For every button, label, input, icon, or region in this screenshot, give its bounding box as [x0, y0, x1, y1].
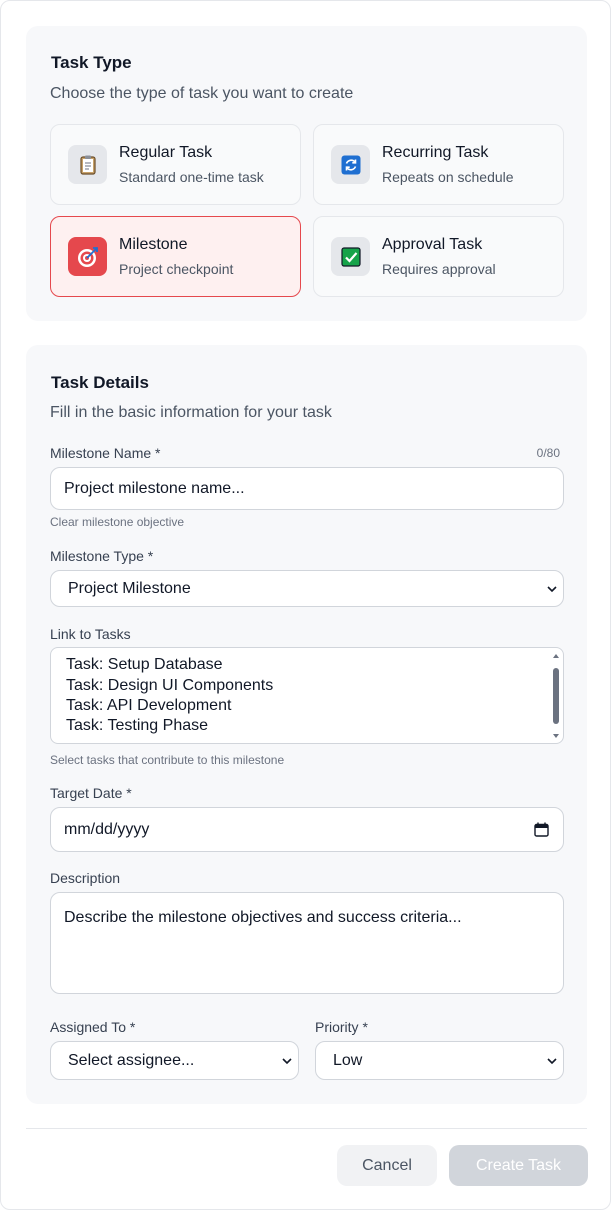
- list-option[interactable]: Task: API Development: [66, 696, 231, 716]
- section-subtitle: Choose the type of task you want to crea…: [50, 85, 354, 102]
- date-placeholder: mm/dd/yyyy: [64, 821, 150, 838]
- character-counter: 0/80: [536, 446, 560, 460]
- link-tasks-label: Link to Tasks: [50, 626, 131, 642]
- create-task-dialog: Task Type Choose the type of task you wa…: [0, 0, 611, 1210]
- repeat-icon: [331, 145, 370, 184]
- description-label: Description: [50, 870, 121, 886]
- assignee-select[interactable]: Select assignee...: [50, 1041, 299, 1080]
- option-title: Recurring Task: [382, 144, 489, 161]
- option-description: Repeats on schedule: [382, 169, 514, 185]
- list-option[interactable]: Task: Design UI Components: [66, 676, 273, 696]
- task-type-milestone[interactable]: Milestone Project checkpoint: [50, 216, 301, 297]
- section-subtitle: Fill in the basic information for your t…: [50, 404, 332, 421]
- task-details-section: Task Details Fill in the basic informati…: [26, 345, 587, 1104]
- milestone-type-label: Milestone Type *: [50, 548, 154, 564]
- milestone-name-hint: Clear milestone objective: [50, 515, 185, 529]
- option-description: Requires approval: [382, 261, 496, 277]
- clipboard-icon: [68, 145, 107, 184]
- link-tasks-listbox[interactable]: Task: Setup Database Task: Design UI Com…: [50, 647, 564, 744]
- task-type-recurring[interactable]: Recurring Task Repeats on schedule: [313, 124, 564, 205]
- option-description: Project checkpoint: [119, 261, 234, 277]
- description-textarea[interactable]: Describe the milestone objectives and su…: [50, 892, 564, 994]
- select-value: Low: [333, 1052, 363, 1069]
- option-title: Regular Task: [119, 144, 213, 161]
- list-option[interactable]: Task: Setup Database: [66, 655, 223, 675]
- create-task-button[interactable]: Create Task: [449, 1145, 588, 1186]
- cancel-button[interactable]: Cancel: [337, 1145, 437, 1186]
- option-title: Milestone: [119, 236, 188, 253]
- footer-divider: [26, 1128, 587, 1129]
- textarea-placeholder: Describe the milestone objectives and su…: [64, 909, 462, 926]
- select-value: Project Milestone: [68, 580, 191, 597]
- scrollbar[interactable]: [552, 652, 560, 740]
- link-tasks-hint: Select tasks that contribute to this mil…: [50, 753, 285, 767]
- calendar-icon[interactable]: [534, 822, 549, 837]
- target-icon: [68, 237, 107, 276]
- option-title: Approval Task: [382, 236, 483, 253]
- chevron-down-icon: [547, 1058, 557, 1065]
- section-title: Task Type: [51, 53, 132, 72]
- task-type-regular[interactable]: Regular Task Standard one-time task: [50, 124, 301, 205]
- list-option[interactable]: Task: Testing Phase: [66, 716, 208, 736]
- checkmark-icon: [331, 237, 370, 276]
- input-placeholder: Project milestone name...: [64, 480, 245, 497]
- priority-label: Priority *: [315, 1019, 368, 1035]
- milestone-type-select[interactable]: Project Milestone: [50, 570, 564, 607]
- task-type-approval[interactable]: Approval Task Requires approval: [313, 216, 564, 297]
- milestone-name-label: Milestone Name *: [50, 445, 161, 461]
- milestone-name-input[interactable]: Project milestone name...: [50, 467, 564, 510]
- select-value: Select assignee...: [68, 1052, 195, 1069]
- task-type-section: Task Type Choose the type of task you wa…: [26, 26, 587, 321]
- priority-select[interactable]: Low: [315, 1041, 564, 1080]
- chevron-down-icon: [547, 586, 557, 593]
- target-date-label: Target Date *: [50, 785, 132, 801]
- chevron-down-icon: [282, 1058, 292, 1065]
- assigned-to-label: Assigned To *: [50, 1019, 136, 1035]
- target-date-input[interactable]: mm/dd/yyyy: [50, 807, 564, 852]
- section-title: Task Details: [51, 373, 149, 392]
- option-description: Standard one-time task: [119, 169, 264, 185]
